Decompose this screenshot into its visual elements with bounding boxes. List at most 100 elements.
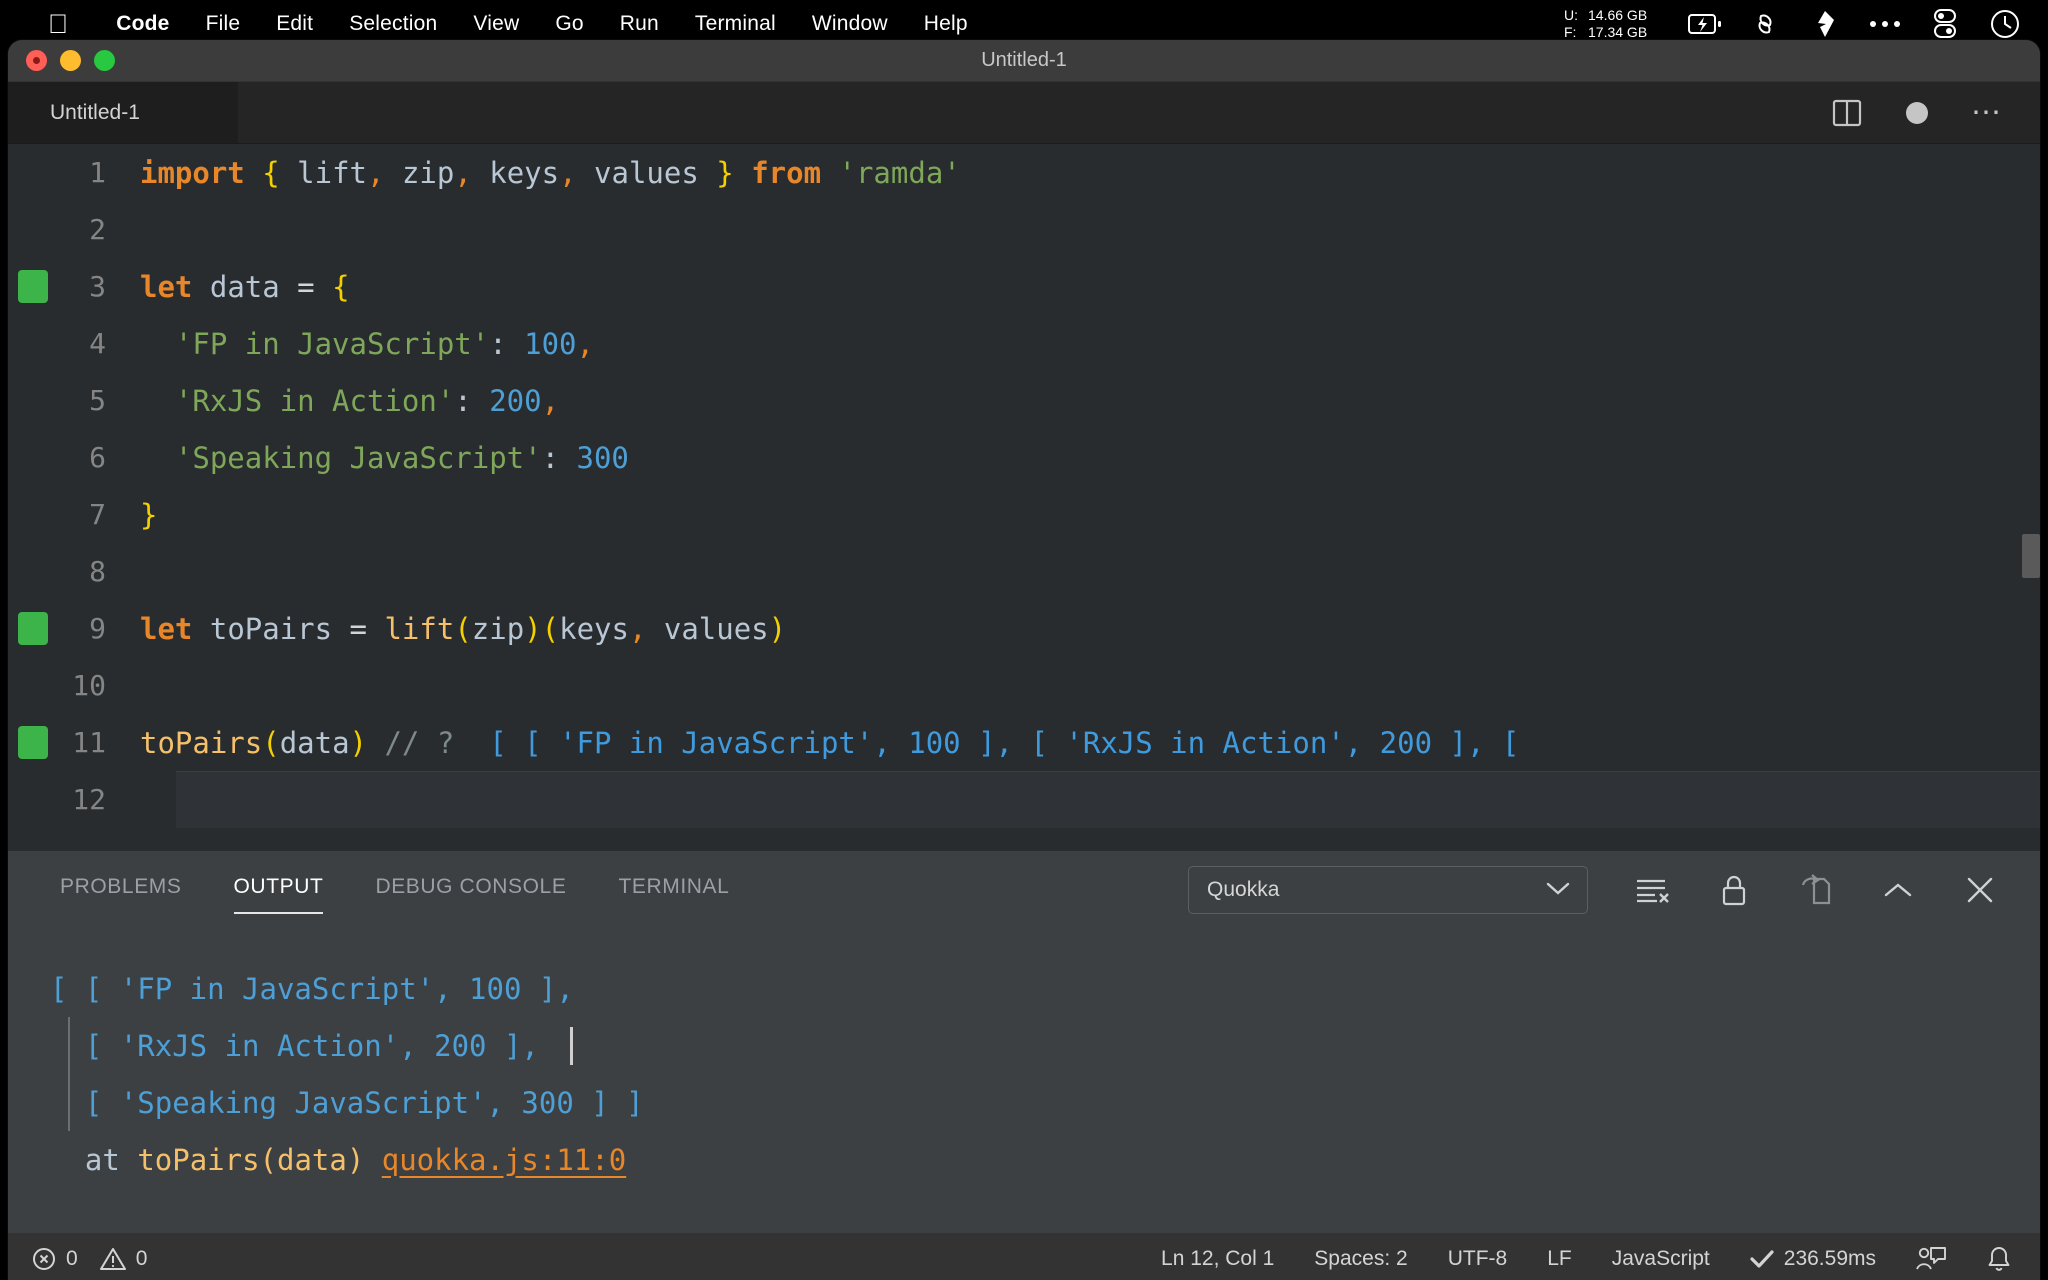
editor-tab-label: Untitled-1 <box>50 100 140 124</box>
output-caret <box>570 1026 574 1065</box>
status-bar-right: Ln 12, Col 1 Spaces: 2 UTF-8 LF JavaScri… <box>1141 1246 2040 1272</box>
code-line[interactable]: 11 toPairs(data) // ? [ [ 'FP in JavaScri… <box>8 714 2040 771</box>
code-line[interactable]: 6 'Speaking JavaScript': 300 <box>8 429 2040 486</box>
code-line[interactable]: 8 <box>8 543 2040 600</box>
code-editor[interactable]: 1 import { lift, zip, keys, values } from… <box>8 144 2040 850</box>
code-line[interactable]: 5 'RxJS in Action': 200, <box>8 372 2040 429</box>
panel-tab-debug-console[interactable]: DEBUG CONSOLE <box>375 851 566 928</box>
line-number: 5 <box>89 384 106 417</box>
clear-output-icon[interactable] <box>1634 872 1670 908</box>
menubar-item-code[interactable]: Code <box>98 12 187 36</box>
output-text: [ 'Speaking JavaScript', 300 ] ] <box>50 1085 644 1120</box>
window-traffic-lights <box>26 50 115 71</box>
maximize-button[interactable] <box>94 50 115 71</box>
ellipsis-icon[interactable] <box>1868 9 1902 39</box>
code-line[interactable]: 12 <box>8 771 2040 828</box>
menubar-item-view[interactable]: View <box>455 12 537 36</box>
status-eol[interactable]: LF <box>1527 1247 1592 1271</box>
close-panel-icon[interactable] <box>1962 872 1998 908</box>
unsaved-dot-icon[interactable] <box>1900 96 1934 130</box>
status-bar: 0 0 Ln 12, Col 1 Spaces: 2 UTF-8 LF Java… <box>8 1233 2040 1280</box>
panel-tab-output[interactable]: OUTPUT <box>233 851 324 928</box>
code-line[interactable]: 1 import { lift, zip, keys, values } from… <box>8 144 2040 201</box>
code-line[interactable]: 9 let toPairs = lift(zip)(keys, values) <box>8 600 2040 657</box>
code-text: let toPairs = lift(zip)(keys, values) <box>140 612 786 646</box>
output-channel-value: Quokka <box>1207 877 1280 901</box>
code-line[interactable]: 10 <box>8 657 2040 714</box>
code-token: = <box>279 269 333 304</box>
output-text: [ [ 'FP in JavaScript', 100 ], <box>50 971 574 1006</box>
lock-scroll-icon[interactable] <box>1716 872 1752 908</box>
code-text: toPairs(data) // ? [ [ 'FP in JavaScript… <box>140 726 1519 760</box>
tabbar-spacer <box>238 82 1830 143</box>
editor-tab-untitled-1[interactable]: Untitled-1 <box>8 82 238 143</box>
code-token: 'RxJS in Action' <box>174 383 455 418</box>
panel-tab-terminal[interactable]: TERMINAL <box>618 851 729 928</box>
status-problems[interactable]: 0 0 <box>32 1247 167 1271</box>
code-token: , <box>576 326 594 361</box>
status-encoding[interactable]: UTF-8 <box>1428 1247 1528 1271</box>
error-circle-icon <box>32 1247 56 1271</box>
code-token: [ [ 'FP in JavaScript', 100 ], [ 'RxJS i… <box>454 725 1520 760</box>
menubar-item-go[interactable]: Go <box>537 12 601 36</box>
feedback-person-icon[interactable] <box>1896 1246 1966 1272</box>
menubar-item-run[interactable]: Run <box>602 12 677 36</box>
code-line[interactable]: 7} <box>8 486 2040 543</box>
code-token: keys <box>559 611 629 646</box>
clock-icon[interactable] <box>1988 9 2022 39</box>
status-indentation[interactable]: Spaces: 2 <box>1294 1247 1427 1271</box>
minimize-button[interactable] <box>60 50 81 71</box>
code-token: zip <box>384 155 455 190</box>
code-token: ) <box>768 611 787 646</box>
code-token: from <box>751 155 822 190</box>
open-in-editor-icon[interactable] <box>1798 872 1834 908</box>
code-token: 'ramda' <box>838 155 961 190</box>
window-title: Untitled-1 <box>981 49 1067 71</box>
status-language-mode[interactable]: JavaScript <box>1592 1247 1730 1271</box>
output-content[interactable]: [ [ 'FP in JavaScript', 100 ], [ 'RxJS i… <box>8 928 2040 1233</box>
status-quokka-time[interactable]: 236.59ms <box>1730 1247 1896 1271</box>
code-token: , <box>541 383 560 418</box>
menubar-item-terminal[interactable]: Terminal <box>677 12 794 36</box>
link-chain-icon[interactable] <box>1748 9 1782 39</box>
toggle-switch-icon[interactable] <box>1928 9 1962 39</box>
code-token: let <box>140 611 193 646</box>
code-token: let <box>140 269 193 304</box>
menubar-item-help[interactable]: Help <box>906 12 986 36</box>
code-token: ( <box>262 725 280 760</box>
code-line[interactable]: 2 <box>8 201 2040 258</box>
line-number: 1 <box>89 156 106 189</box>
battery-charging-icon[interactable] <box>1688 9 1722 39</box>
menubar-item-edit[interactable]: Edit <box>258 12 331 36</box>
code-text: import { lift, zip, keys, values } from … <box>140 156 961 190</box>
maximize-panel-icon[interactable] <box>1880 872 1916 908</box>
menubar-item-selection[interactable]: Selection <box>331 12 455 36</box>
bell-icon[interactable] <box>1966 1246 2012 1272</box>
code-token: ( <box>541 611 560 646</box>
menubar-item-file[interactable]: File <box>188 12 259 36</box>
editor-vertical-scrollbar[interactable] <box>2022 534 2040 578</box>
shape-icon[interactable] <box>1808 9 1842 39</box>
code-line[interactable]: 3 let data = { <box>8 258 2040 315</box>
code-token: 100 <box>524 326 577 361</box>
panel-tab-problems[interactable]: PROBLEMS <box>60 851 182 928</box>
menubar-item-window[interactable]: Window <box>794 12 906 36</box>
memory-indicator: U: 14.66 GB F: 17.34 GB <box>1564 7 1662 42</box>
code-token: 300 <box>576 440 629 475</box>
status-cursor-position[interactable]: Ln 12, Col 1 <box>1141 1247 1294 1271</box>
output-source-link[interactable]: quokka.js:11:0 <box>382 1143 626 1177</box>
split-editor-icon[interactable] <box>1830 96 1864 130</box>
code-line[interactable]: 4 'FP in JavaScript': 100, <box>8 315 2040 372</box>
code-text: 'Speaking JavaScript': 300 <box>140 441 629 475</box>
close-button[interactable] <box>26 50 47 71</box>
output-channel-select[interactable]: Quokka <box>1188 865 1588 914</box>
code-token: toPairs <box>209 611 333 646</box>
apple-logo-icon[interactable]:  <box>48 10 68 38</box>
more-actions-icon[interactable]: ⋯ <box>1970 96 2004 130</box>
panel-tabs-list: PROBLEMS OUTPUT DEBUG CONSOLE TERMINAL <box>8 851 729 928</box>
